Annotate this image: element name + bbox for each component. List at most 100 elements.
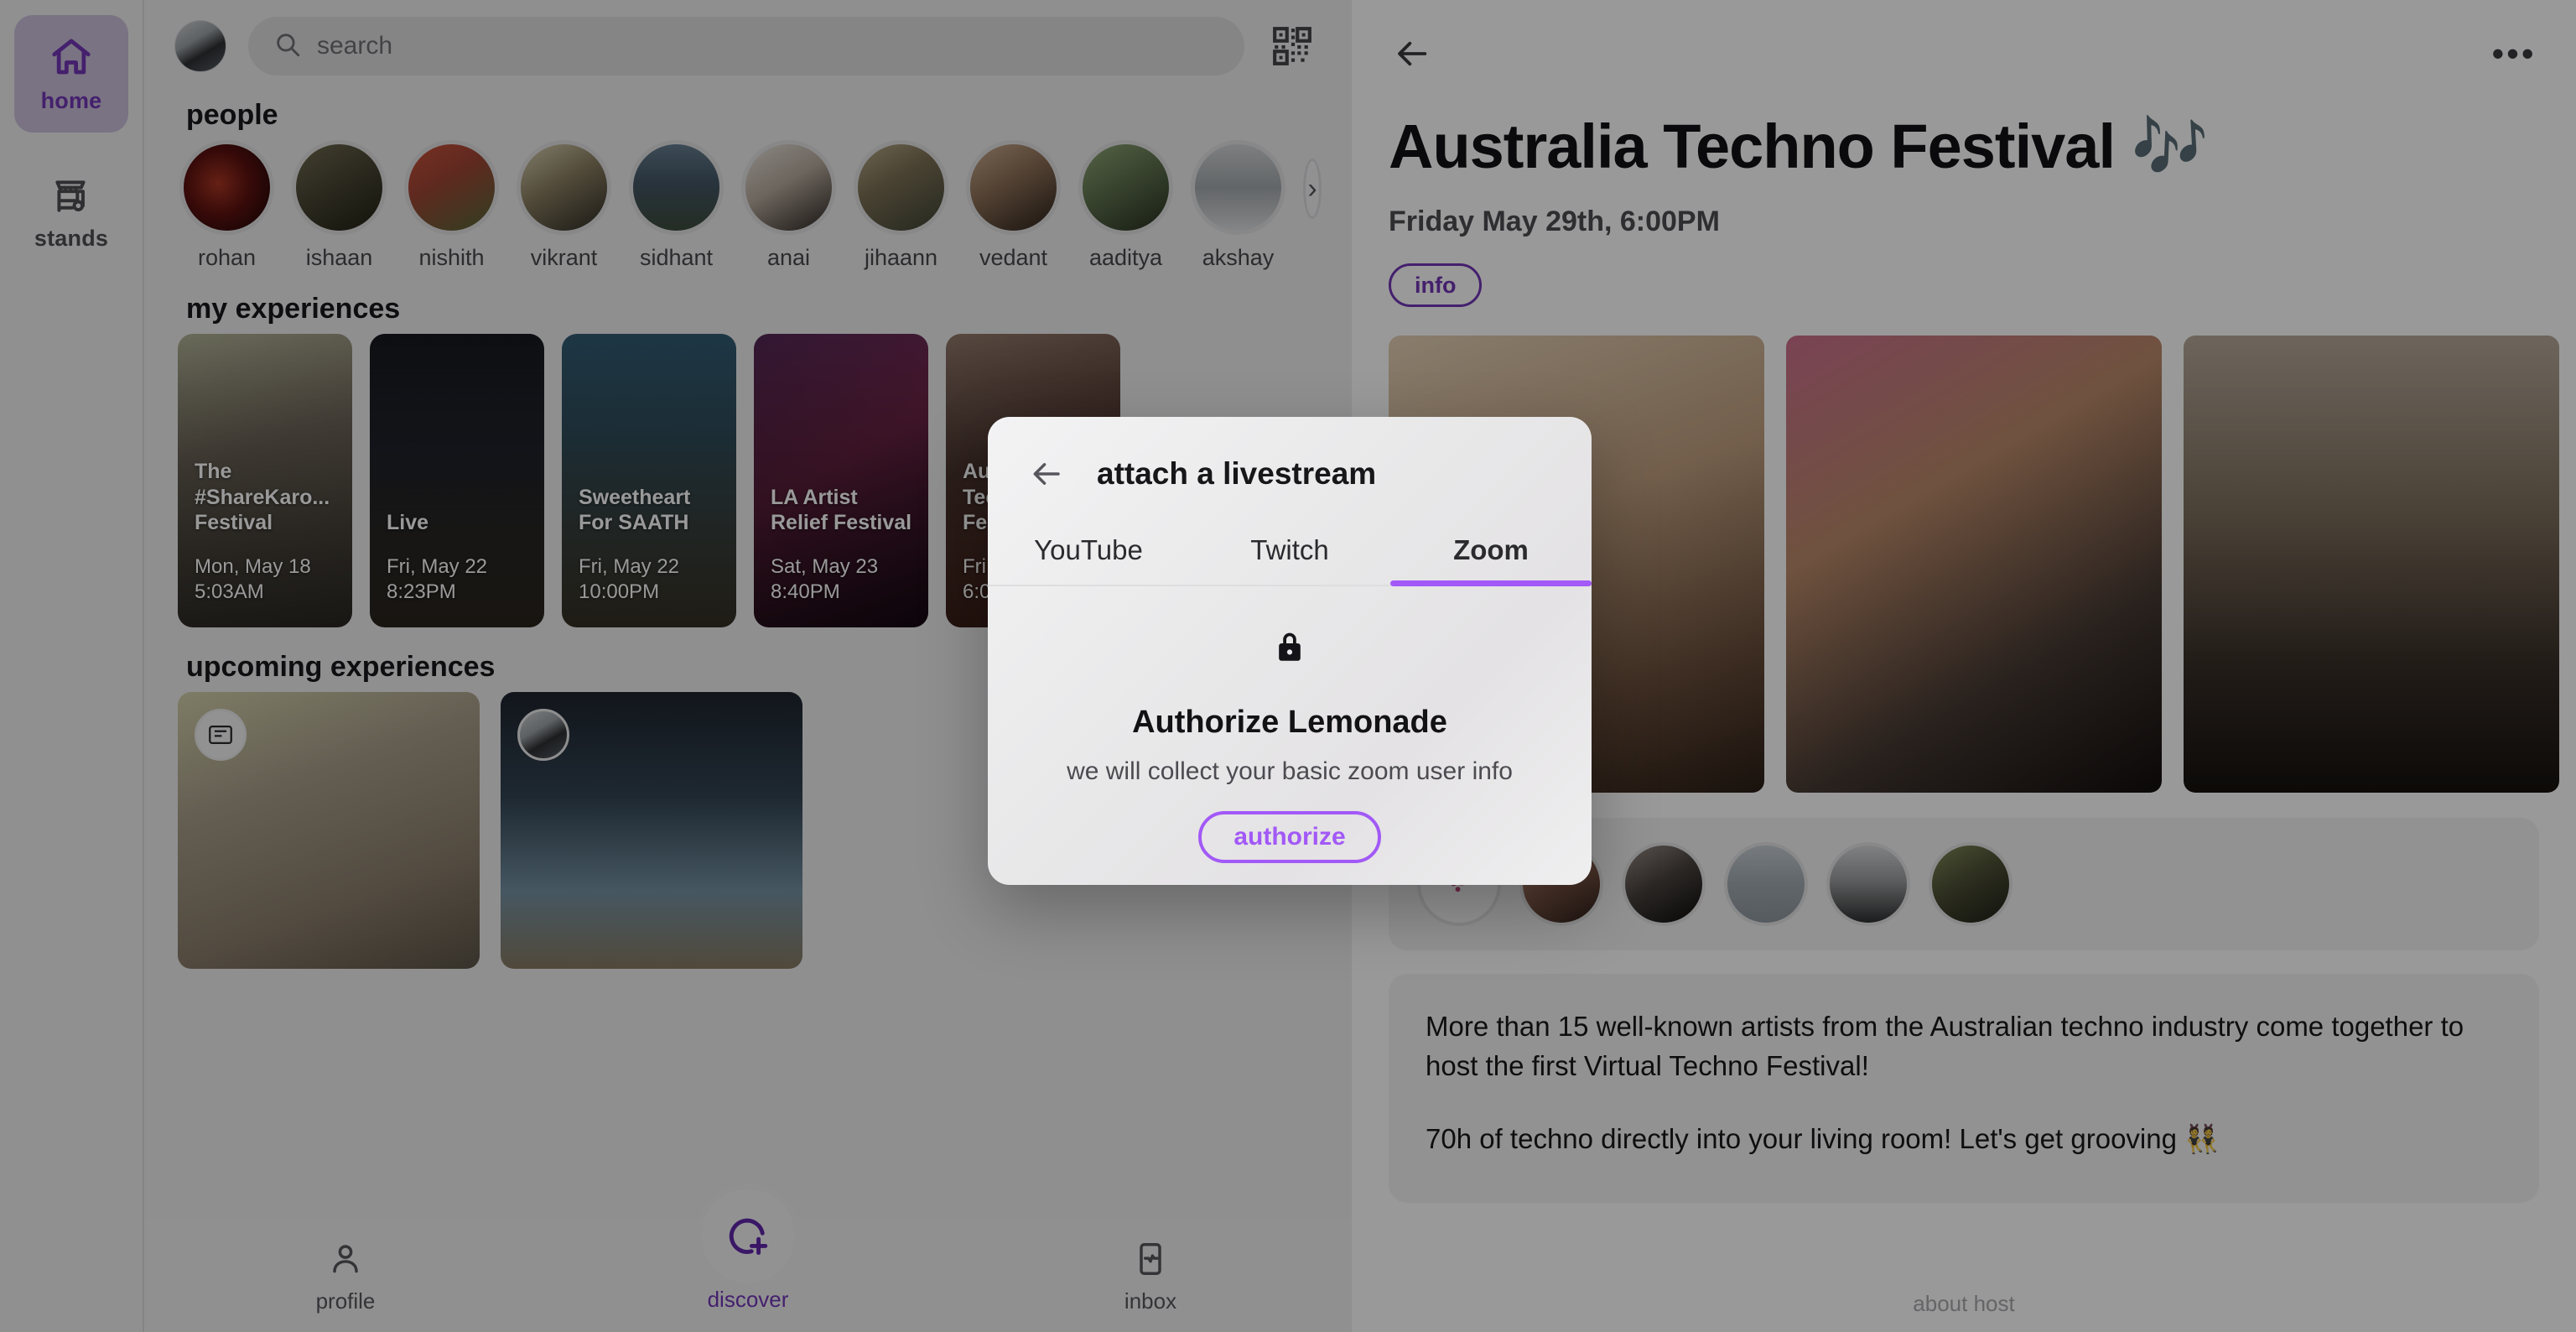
card-title: Live bbox=[387, 511, 429, 535]
about-host-label: about host bbox=[1913, 1291, 2015, 1316]
tab-zoom[interactable]: Zoom bbox=[1390, 523, 1592, 586]
search-icon bbox=[273, 30, 302, 63]
list-item-label: sidhant bbox=[639, 245, 714, 270]
modal-heading: Authorize Lemonade bbox=[1132, 705, 1447, 740]
rail-item-stands[interactable]: stands bbox=[14, 154, 128, 272]
modal-title: attach a livestream bbox=[1097, 456, 1377, 491]
info-button[interactable]: info bbox=[1389, 263, 1483, 307]
people-section-title: people bbox=[186, 99, 278, 131]
person-icon bbox=[327, 1241, 364, 1282]
more-horizontal-icon[interactable]: ••• bbox=[2489, 29, 2539, 79]
card-date: Mon, May 18 5:03AM bbox=[195, 554, 311, 604]
list-item[interactable]: LA Artist Relief Festival Sat, May 23 8:4… bbox=[754, 334, 928, 627]
lock-icon bbox=[1270, 627, 1310, 671]
page-title: Australia Techno Festival 🎶 bbox=[1389, 112, 2209, 181]
nav-item-profile[interactable]: profile bbox=[262, 1241, 429, 1314]
description-paragraph-2: 70h of techno directly into your living … bbox=[1426, 1122, 2220, 1154]
list-item[interactable]: Sweetheart For SAATH Fri, May 22 10:00PM bbox=[562, 334, 736, 627]
card-text: The #ShareKaro... Festival Mon, May 18 5:… bbox=[195, 459, 340, 606]
card-date: Fri, May 22 10:00PM bbox=[579, 554, 680, 604]
avatar bbox=[741, 140, 836, 235]
rail-item-home[interactable]: home bbox=[14, 15, 128, 133]
avatar bbox=[517, 140, 611, 235]
qr-code-icon[interactable] bbox=[1266, 20, 1318, 72]
detail-header: ••• bbox=[1352, 0, 2576, 79]
nav-item-inbox-label: inbox bbox=[1124, 1288, 1177, 1314]
top-bar: search bbox=[144, 0, 1352, 87]
card-title: Sweetheart For SAATH bbox=[579, 485, 691, 535]
list-item[interactable] bbox=[178, 692, 480, 969]
my-experiences-title: my experiences bbox=[186, 293, 401, 325]
rail-item-stands-label: stands bbox=[34, 225, 109, 251]
list-item[interactable]: rohan bbox=[179, 140, 274, 271]
list-item[interactable]: aaditya bbox=[1078, 140, 1173, 271]
list-item[interactable]: Live Fri, May 22 8:23PM bbox=[370, 334, 544, 627]
card-date: Fri, May 22 8:23PM bbox=[387, 554, 488, 604]
list-item-label: akshay bbox=[1202, 245, 1275, 270]
left-rail: home stands bbox=[0, 0, 144, 1332]
list-item[interactable]: The #ShareKaro... Festival Mon, May 18 5:… bbox=[178, 334, 352, 627]
avatar bbox=[966, 140, 1061, 235]
list-item-label: ishaan bbox=[305, 245, 373, 270]
card-date: Sat, May 23 8:40PM bbox=[771, 554, 879, 604]
tab-youtube[interactable]: YouTube bbox=[988, 523, 1189, 585]
list-item-label: jihaann bbox=[864, 245, 938, 270]
list-item-label: anai bbox=[766, 245, 811, 270]
list-item[interactable]: akshay bbox=[1191, 140, 1285, 271]
avatar bbox=[404, 140, 499, 235]
modal-tabs: YouTube Twitch Zoom bbox=[988, 523, 1592, 586]
avatar bbox=[1191, 140, 1285, 235]
list-item[interactable]: jihaann bbox=[854, 140, 948, 271]
modal-header: attach a livestream bbox=[988, 417, 1592, 492]
nav-item-discover-label: discover bbox=[707, 1286, 789, 1312]
arrow-left-icon[interactable] bbox=[1028, 455, 1065, 492]
card-text: LA Artist Relief Festival Sat, May 23 8:4… bbox=[771, 485, 917, 606]
tab-twitch[interactable]: Twitch bbox=[1189, 523, 1390, 585]
list-item[interactable] bbox=[501, 692, 802, 969]
chevron-right-icon[interactable]: › bbox=[1303, 159, 1322, 219]
list-item-label: vedant bbox=[979, 245, 1048, 270]
modal-subtext: we will collect your basic zoom user inf… bbox=[1067, 757, 1513, 785]
people-row: rohan ishaan nishith vikrant sidhant ana… bbox=[174, 140, 1322, 271]
avatar[interactable] bbox=[1622, 842, 1706, 926]
avatar[interactable] bbox=[1929, 842, 2012, 926]
list-item-label: aaditya bbox=[1088, 245, 1163, 270]
list-item[interactable]: anai bbox=[741, 140, 836, 271]
avatar[interactable] bbox=[174, 20, 226, 72]
list-item-label: nishith bbox=[418, 245, 485, 270]
gallery-image[interactable] bbox=[2184, 336, 2559, 793]
list-item[interactable]: sidhant bbox=[629, 140, 724, 271]
list-item[interactable]: vedant bbox=[966, 140, 1061, 271]
avatar[interactable] bbox=[1826, 842, 1910, 926]
avatar bbox=[179, 140, 274, 235]
search-input[interactable]: search bbox=[248, 17, 1244, 75]
list-item[interactable]: ishaan bbox=[292, 140, 387, 271]
add-circle-icon[interactable] bbox=[701, 1189, 795, 1283]
arrow-left-icon[interactable] bbox=[1387, 29, 1437, 79]
search-placeholder: search bbox=[317, 32, 393, 60]
avatar bbox=[292, 140, 387, 235]
card-title: The #ShareKaro... Festival bbox=[195, 460, 330, 535]
nav-item-profile-label: profile bbox=[315, 1288, 376, 1314]
card-text: Live Fri, May 22 8:23PM bbox=[387, 510, 532, 606]
gallery-image[interactable] bbox=[1786, 336, 2162, 793]
attach-livestream-modal: attach a livestream YouTube Twitch Zoom … bbox=[988, 417, 1592, 885]
list-item[interactable]: nishith bbox=[404, 140, 499, 271]
inbox-phone-icon bbox=[1132, 1241, 1169, 1282]
avatar bbox=[629, 140, 724, 235]
market-stand-icon bbox=[50, 175, 92, 217]
card-title: LA Artist Relief Festival bbox=[771, 485, 912, 535]
avatar bbox=[195, 709, 247, 761]
modal-body: Authorize Lemonade we will collect your … bbox=[988, 586, 1592, 863]
home-icon bbox=[49, 34, 94, 80]
avatar[interactable] bbox=[1724, 842, 1808, 926]
list-item[interactable]: vikrant bbox=[517, 140, 611, 271]
avatar bbox=[517, 709, 569, 761]
description-paragraph-1: More than 15 well-known artists from the… bbox=[1426, 1011, 2464, 1081]
avatar bbox=[1078, 140, 1173, 235]
card-text: Sweetheart For SAATH Fri, May 22 10:00PM bbox=[579, 485, 724, 606]
authorize-button[interactable]: authorize bbox=[1198, 811, 1381, 863]
avatar bbox=[854, 140, 948, 235]
nav-item-inbox[interactable]: inbox bbox=[1067, 1241, 1234, 1314]
list-item-label: rohan bbox=[197, 245, 257, 270]
